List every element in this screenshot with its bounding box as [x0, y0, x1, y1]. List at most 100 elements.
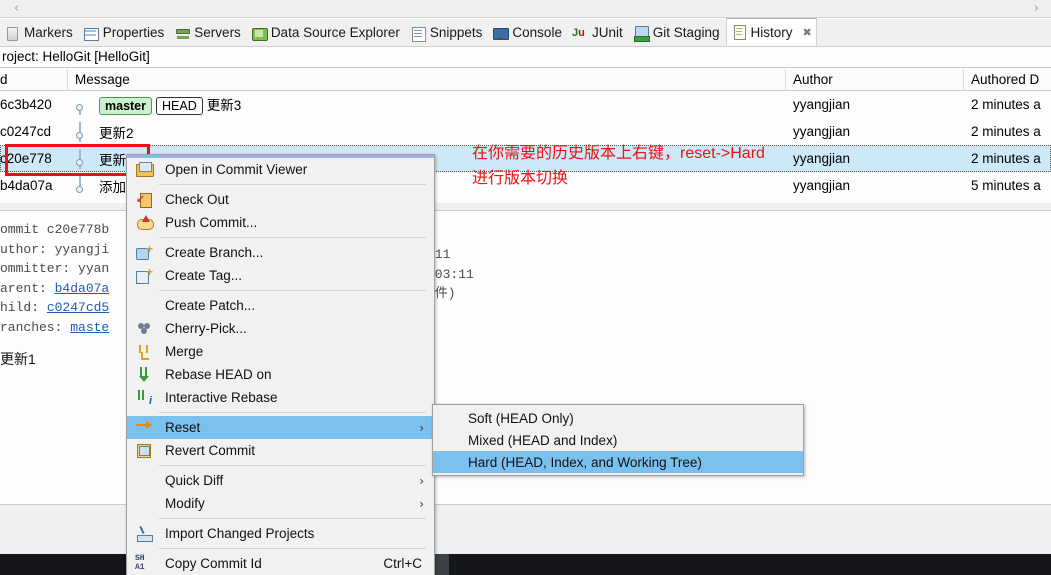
servers-icon — [174, 25, 191, 41]
column-header-id[interactable]: d — [0, 69, 68, 90]
cherry-pick-icon — [136, 320, 153, 337]
submenu-item-label: Mixed (HEAD and Index) — [468, 432, 618, 448]
menu-item-label: Create Tag... — [165, 268, 243, 283]
tab-junit[interactable]: Ju JUnit — [568, 19, 629, 46]
close-icon[interactable]: ✖ — [803, 27, 812, 38]
child-commit-link[interactable]: c0247cd5 — [47, 300, 109, 315]
import-projects-icon — [136, 525, 153, 542]
create-branch-icon — [136, 244, 153, 261]
menu-item-create-patch[interactable]: Create Patch... — [127, 294, 434, 317]
tab-data-source-explorer[interactable]: Data Source Explorer — [247, 19, 406, 46]
tab-markers[interactable]: Markers — [0, 19, 79, 46]
tab-console[interactable]: Console — [488, 19, 568, 46]
column-header-message[interactable]: Message — [68, 69, 786, 90]
table-row[interactable]: 6c3b420 master HEAD 更新3 yyangjian 2 minute… — [0, 91, 1051, 118]
commit-message: 更新3 — [206, 97, 242, 113]
interactive-rebase-icon — [136, 389, 153, 407]
commit-graph-lane — [68, 121, 92, 142]
cell-id: c20e778 — [0, 151, 52, 166]
menu-item-quick-diff[interactable]: Quick Diff › — [127, 469, 434, 492]
check-out-icon — [136, 191, 153, 208]
view-tab-bar: Markers Properties Servers Data Source E… — [0, 18, 1051, 47]
console-icon — [492, 25, 510, 41]
properties-icon — [83, 25, 99, 41]
submenu-item-soft[interactable]: Soft (HEAD Only) — [433, 407, 803, 429]
junit-icon-u: u — [578, 26, 585, 39]
tab-git-staging[interactable]: Git Staging — [629, 19, 726, 46]
head-label: HEAD — [156, 97, 203, 116]
push-commit-icon — [136, 214, 154, 231]
menu-item-label: Create Patch... — [165, 298, 256, 313]
create-tag-icon — [136, 267, 153, 284]
commit-graph-lane — [68, 175, 92, 196]
table-row[interactable]: c0247cd 更新2 yyangjian 2 minutes a — [0, 118, 1051, 145]
reset-submenu: Soft (HEAD Only) Mixed (HEAD and Index) … — [432, 404, 804, 476]
menu-item-label: Reset — [165, 420, 201, 435]
menu-item-label: Open in Commit Viewer — [165, 162, 308, 177]
menu-item-import-changed-projects[interactable]: Import Changed Projects — [127, 522, 434, 545]
parent-commit-link[interactable]: b4da07a — [55, 281, 110, 296]
menu-item-create-branch[interactable]: Create Branch... — [127, 241, 434, 264]
menu-separator — [159, 548, 426, 549]
coolbar: ‹ › — [0, 0, 1051, 18]
menu-item-label: Modify — [165, 496, 205, 511]
submenu-item-hard[interactable]: Hard (HEAD, Index, and Working Tree) — [433, 451, 803, 473]
diff-line: l1 17:03:11 — [388, 266, 474, 282]
tab-history[interactable]: History ✖ — [725, 18, 817, 46]
diff-text-block: l7:03:11 l1 17:03:11 (添加文件) 更新2) — [388, 211, 1051, 323]
coolbar-right-chevron-icon[interactable]: › — [1034, 1, 1039, 17]
sha1-icon-bottom: A1 — [135, 562, 145, 572]
tab-label: Servers — [194, 25, 241, 40]
cell-id: c0247cd — [0, 124, 52, 139]
merge-icon — [136, 343, 153, 360]
cell-id: b4da07a — [0, 178, 53, 193]
cell-authored-date: 2 minutes a — [971, 124, 1041, 139]
menu-item-copy-commit-id[interactable]: SH A1 Copy Commit Id Ctrl+C — [127, 552, 434, 575]
menu-item-merge[interactable]: Merge — [127, 340, 434, 363]
menu-item-label: Interactive Rebase — [165, 390, 278, 405]
menu-item-label: Cherry-Pick... — [165, 321, 247, 336]
menu-item-push-commit[interactable]: Push Commit... — [127, 211, 434, 234]
menu-item-modify[interactable]: Modify › — [127, 492, 434, 515]
commit-message: 更新 — [99, 152, 126, 168]
branch-link[interactable]: maste — [70, 320, 109, 335]
commit-message: 更新2 — [99, 125, 134, 141]
menu-item-interactive-rebase[interactable]: Interactive Rebase — [127, 386, 434, 409]
commit-message: 添加 — [99, 179, 126, 195]
cell-authored-date: 2 minutes a — [971, 97, 1041, 112]
commit-graph-lane — [68, 148, 92, 169]
submenu-item-label: Soft (HEAD Only) — [468, 410, 574, 426]
junit-icon: Ju — [572, 25, 588, 41]
menu-item-reset[interactable]: Reset › — [127, 416, 434, 439]
chevron-right-icon: › — [419, 496, 424, 511]
submenu-item-mixed[interactable]: Mixed (HEAD and Index) — [433, 429, 803, 451]
cell-authored-date: 5 minutes a — [971, 178, 1041, 193]
tab-label: Data Source Explorer — [270, 25, 400, 40]
tab-label: JUnit — [591, 25, 623, 40]
menu-item-rebase-head-on[interactable]: Rebase HEAD on — [127, 363, 434, 386]
data-source-icon — [251, 25, 268, 41]
menu-item-create-tag[interactable]: Create Tag... — [127, 264, 434, 287]
tab-servers[interactable]: Servers — [170, 19, 247, 46]
coolbar-left-chevron-icon[interactable]: ‹ — [14, 1, 19, 17]
tab-properties[interactable]: Properties — [79, 19, 171, 46]
menu-item-check-out[interactable]: Check Out — [127, 188, 434, 211]
menu-item-revert-commit[interactable]: Revert Commit — [127, 439, 434, 462]
column-header-author[interactable]: Author — [786, 69, 964, 90]
menu-item-label: Create Branch... — [165, 245, 264, 260]
tab-label: Properties — [102, 25, 165, 40]
history-icon — [731, 24, 747, 40]
menu-item-label: Import Changed Projects — [165, 526, 315, 541]
tab-snippets[interactable]: Snippets — [406, 19, 489, 46]
menu-item-open-in-commit-viewer[interactable]: Open in Commit Viewer — [127, 158, 434, 181]
menu-item-label: Push Commit... — [165, 215, 258, 230]
annotation-text-line1: 在你需要的历史版本上右键，reset->Hard — [472, 145, 765, 162]
tab-label: Snippets — [429, 25, 483, 40]
menu-separator — [159, 465, 426, 466]
commit-dot-icon — [76, 103, 83, 111]
column-header-authored-date[interactable]: Authored D — [964, 69, 1051, 90]
cell-author: yyangjian — [793, 151, 851, 166]
menu-item-label: Check Out — [165, 192, 229, 207]
snippets-icon — [410, 25, 426, 42]
menu-item-cherry-pick[interactable]: Cherry-Pick... — [127, 317, 434, 340]
